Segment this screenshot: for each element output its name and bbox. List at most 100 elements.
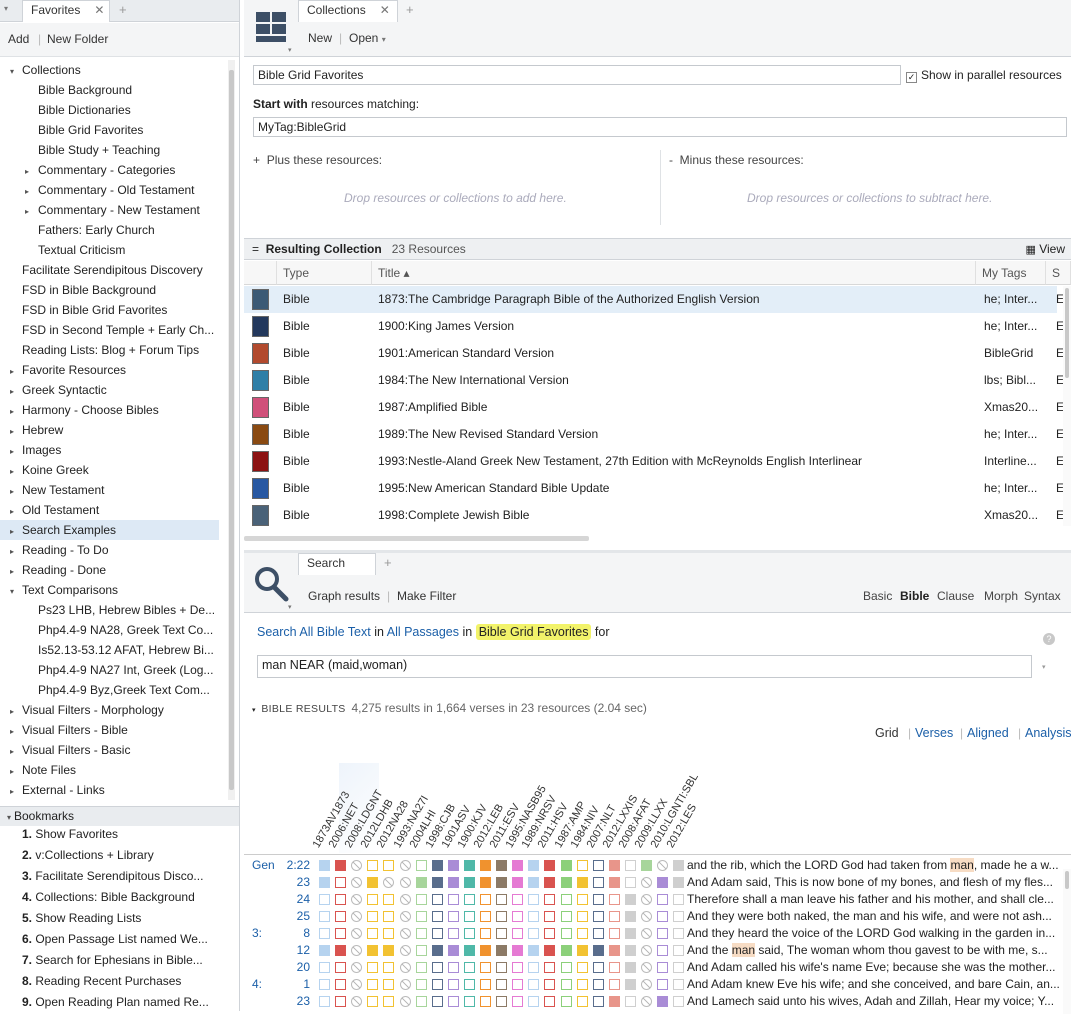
grid-cell[interactable] bbox=[319, 945, 330, 956]
grid-cell[interactable] bbox=[528, 860, 540, 871]
tree-item[interactable]: ▾ Text Comparisons bbox=[0, 580, 219, 600]
resource-table-scrollbar[interactable] bbox=[1063, 286, 1071, 526]
tree-item[interactable]: ▸ Visual Filters - Morphology bbox=[0, 700, 219, 720]
grid-cell[interactable] bbox=[463, 860, 475, 871]
grid-cell[interactable] bbox=[496, 979, 508, 990]
grid-cell[interactable] bbox=[560, 928, 572, 939]
tab-favorites[interactable]: Favorites ✕ bbox=[22, 0, 110, 22]
no-match-icon[interactable] bbox=[351, 962, 363, 973]
tree-item[interactable]: ▸ Harmony - Choose Bibles bbox=[0, 400, 219, 420]
collections-app-icon[interactable] bbox=[252, 8, 292, 46]
grid-cell[interactable] bbox=[367, 894, 379, 905]
tree-item[interactable]: Php4.4-9 NA27 Int, Greek (Log... bbox=[0, 660, 219, 680]
graph-results-button[interactable]: Graph results bbox=[308, 589, 380, 603]
grid-cell[interactable] bbox=[544, 996, 556, 1007]
no-match-icon[interactable] bbox=[351, 979, 363, 990]
grid-cell[interactable] bbox=[383, 928, 395, 939]
grid-cell[interactable] bbox=[335, 911, 347, 922]
grid-cell[interactable] bbox=[415, 928, 427, 939]
verse-book[interactable]: 4: bbox=[252, 977, 276, 991]
tree-item[interactable]: ▸ Images bbox=[0, 440, 219, 460]
grid-cell[interactable] bbox=[512, 945, 524, 956]
tree-item[interactable]: ▸ Reading - To Do bbox=[0, 540, 219, 560]
verse-text[interactable]: And Adam said, This is now bone of my bo… bbox=[687, 875, 1061, 889]
grid-cell[interactable] bbox=[576, 945, 588, 956]
grid-cell[interactable] bbox=[576, 962, 588, 973]
grid-cell[interactable] bbox=[319, 877, 330, 888]
grid-cell[interactable] bbox=[319, 911, 330, 922]
verse-text[interactable]: And Adam knew Eve his wife; and she conc… bbox=[687, 977, 1061, 991]
tab-collections[interactable]: Collections ✕ bbox=[298, 0, 398, 22]
no-match-icon[interactable] bbox=[641, 911, 652, 922]
bookmark-item[interactable]: 1. Show Favorites bbox=[22, 824, 118, 844]
verse-text[interactable]: And they heard the voice of the LORD God… bbox=[687, 926, 1061, 940]
collapse-icon[interactable]: = bbox=[252, 242, 259, 256]
grid-cell[interactable] bbox=[431, 877, 443, 888]
grid-cell[interactable] bbox=[383, 911, 395, 922]
grid-cell[interactable] bbox=[512, 911, 524, 922]
tree-item[interactable]: ▾ Collections bbox=[0, 60, 219, 80]
tree-item[interactable]: ▸ Old Testament bbox=[0, 500, 219, 520]
grid-cell[interactable] bbox=[480, 996, 491, 1007]
chevron-right-icon[interactable]: ▸ bbox=[7, 402, 17, 420]
grid-cell[interactable] bbox=[624, 928, 636, 939]
grid-cell[interactable] bbox=[447, 860, 459, 871]
chevron-right-icon[interactable]: ▸ bbox=[7, 462, 17, 480]
chevron-right-icon[interactable]: ▸ bbox=[7, 442, 17, 460]
chevron-right-icon[interactable]: ▸ bbox=[7, 742, 17, 760]
verse-book[interactable]: 3: bbox=[252, 926, 276, 940]
no-match-icon[interactable] bbox=[351, 894, 363, 905]
tree-item[interactable]: ▸ Search Examples bbox=[0, 520, 219, 540]
grid-cell[interactable] bbox=[528, 894, 540, 905]
tree-item[interactable]: ▸ Greek Syntactic bbox=[0, 380, 219, 400]
tree-item[interactable]: ▸ Note Files bbox=[0, 760, 219, 780]
grid-cell[interactable] bbox=[463, 996, 475, 1007]
grid-cell[interactable] bbox=[608, 962, 620, 973]
chevron-right-icon[interactable]: ▸ bbox=[7, 522, 17, 540]
grid-cell[interactable] bbox=[367, 911, 379, 922]
chevron-right-icon[interactable]: ▸ bbox=[7, 542, 17, 560]
grid-cell[interactable] bbox=[496, 996, 508, 1007]
column-type[interactable]: Type bbox=[277, 261, 372, 285]
grid-cell[interactable] bbox=[496, 860, 508, 871]
grid-cell[interactable] bbox=[367, 945, 379, 956]
grid-cell[interactable] bbox=[447, 894, 459, 905]
grid-cell[interactable] bbox=[431, 962, 443, 973]
grid-cell[interactable] bbox=[463, 945, 475, 956]
grid-cell[interactable] bbox=[480, 860, 491, 871]
grid-cell[interactable] bbox=[544, 979, 556, 990]
grid-cell[interactable] bbox=[576, 911, 588, 922]
add-tab-icon[interactable]: + bbox=[119, 2, 127, 17]
bookmark-item[interactable]: 6. Open Passage List named We... bbox=[22, 929, 208, 949]
resource-scroll-thumb[interactable] bbox=[1065, 288, 1069, 378]
close-icon[interactable]: ✕ bbox=[94, 3, 104, 17]
tree-item[interactable]: Ps23 LHB, Hebrew Bibles + De... bbox=[0, 600, 219, 620]
grid-cell[interactable] bbox=[480, 911, 491, 922]
collection-name-input[interactable]: Bible Grid Favorites bbox=[253, 65, 901, 85]
no-match-icon[interactable] bbox=[351, 945, 363, 956]
grid-cell[interactable] bbox=[480, 877, 491, 888]
add-tab-icon[interactable]: + bbox=[406, 2, 414, 17]
grid-cell[interactable] bbox=[447, 911, 459, 922]
grid-scroll-thumb[interactable] bbox=[1065, 871, 1069, 889]
favorites-scroll-thumb[interactable] bbox=[229, 70, 234, 790]
grid-cell[interactable] bbox=[576, 996, 588, 1007]
grid-cell[interactable] bbox=[335, 860, 347, 871]
grid-cell[interactable] bbox=[383, 979, 395, 990]
grid-cell[interactable] bbox=[608, 877, 620, 888]
chevron-right-icon[interactable]: ▸ bbox=[7, 362, 17, 380]
open-button[interactable]: Open ▾ bbox=[349, 31, 386, 45]
grid-cell[interactable] bbox=[415, 962, 427, 973]
grid-cell[interactable] bbox=[673, 979, 685, 990]
grid-cell[interactable] bbox=[496, 911, 508, 922]
grid-cell[interactable] bbox=[463, 894, 475, 905]
grid-cell[interactable] bbox=[496, 928, 508, 939]
grid-cell[interactable] bbox=[447, 945, 459, 956]
chevron-right-icon[interactable]: ▸ bbox=[7, 422, 17, 440]
grid-cell[interactable] bbox=[447, 996, 459, 1007]
app-menu-chevron-icon[interactable]: ▾ bbox=[288, 46, 292, 54]
tree-item[interactable]: ▸ Commentary - Old Testament bbox=[0, 180, 219, 200]
tree-item[interactable]: ▸ Commentary - Categories bbox=[0, 160, 219, 180]
grid-cell[interactable] bbox=[624, 962, 636, 973]
grid-cell[interactable] bbox=[576, 860, 588, 871]
